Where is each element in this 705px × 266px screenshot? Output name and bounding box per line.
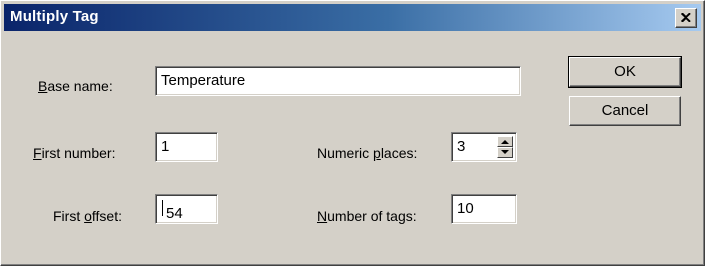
numeric-places-input[interactable]: 3 bbox=[451, 132, 517, 162]
numeric-places-label: Numeric places: bbox=[317, 145, 418, 161]
title-bar[interactable]: Multiply Tag bbox=[4, 4, 701, 31]
first-offset-value: 54 bbox=[161, 200, 183, 222]
base-name-value: Temperature bbox=[161, 72, 246, 89]
number-of-tags-value: 10 bbox=[457, 200, 474, 217]
spin-down-button[interactable] bbox=[497, 147, 513, 158]
multiply-tag-dialog: Multiply Tag Base name: Temperature Firs… bbox=[0, 0, 705, 266]
up-arrow-icon bbox=[501, 140, 509, 144]
close-button[interactable] bbox=[675, 8, 697, 28]
spin-up-button[interactable] bbox=[497, 136, 513, 147]
cancel-button[interactable]: Cancel bbox=[569, 96, 681, 126]
number-of-tags-label: Number of tags: bbox=[317, 208, 417, 224]
first-offset-input[interactable]: 54 bbox=[155, 194, 218, 224]
close-icon bbox=[681, 13, 691, 22]
first-offset-label: First offset: bbox=[53, 208, 122, 224]
text-caret bbox=[162, 200, 163, 216]
base-name-input[interactable]: Temperature bbox=[155, 66, 521, 96]
numeric-places-spinner[interactable] bbox=[497, 136, 513, 158]
first-number-value: 1 bbox=[161, 138, 170, 155]
window-title: Multiply Tag bbox=[10, 8, 99, 25]
down-arrow-icon bbox=[501, 150, 509, 154]
base-name-label: Base name: bbox=[38, 78, 113, 94]
number-of-tags-input[interactable]: 10 bbox=[451, 194, 517, 224]
ok-button[interactable]: OK bbox=[568, 56, 682, 88]
first-number-input[interactable]: 1 bbox=[155, 132, 218, 162]
first-number-label: First number: bbox=[33, 145, 116, 161]
numeric-places-value: 3 bbox=[457, 138, 466, 155]
